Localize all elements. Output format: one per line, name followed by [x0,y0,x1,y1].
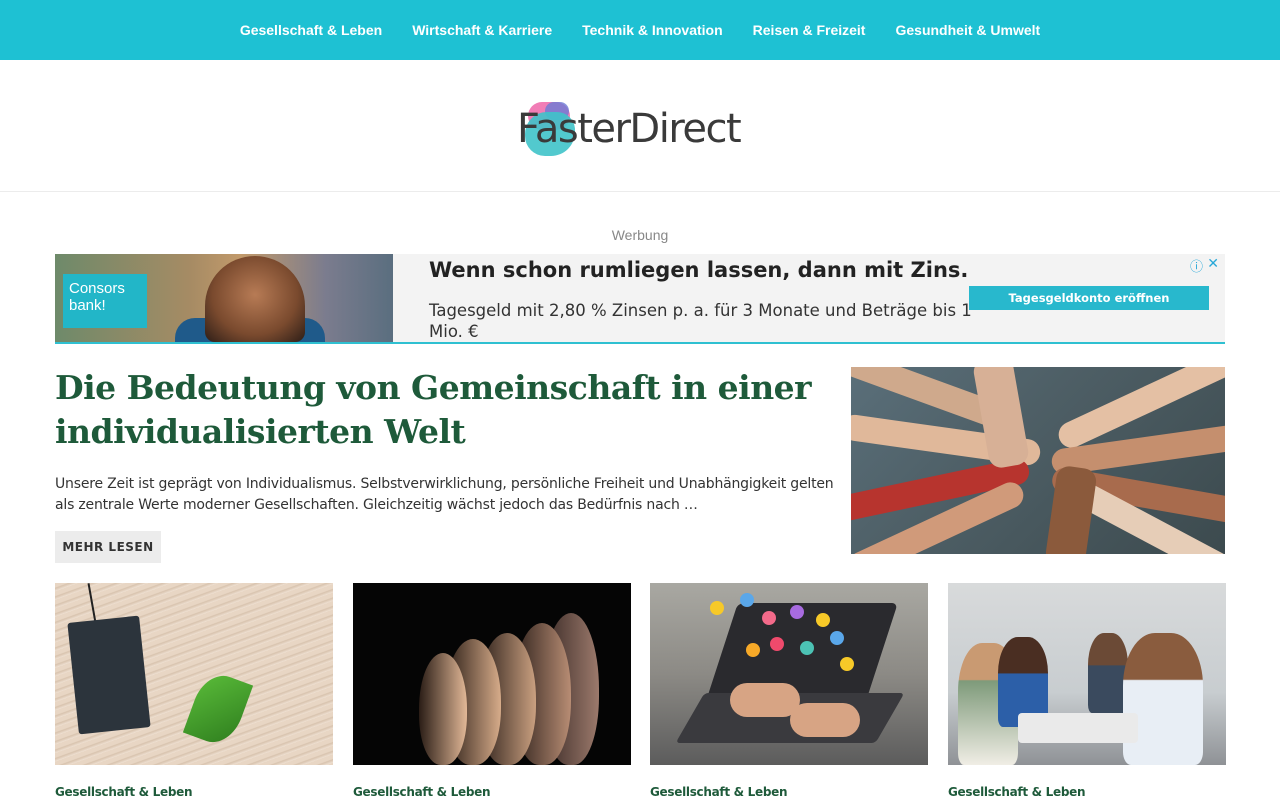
image-hand [730,683,800,717]
nav-item-technik-innovation[interactable]: Technik & Innovation [582,22,723,38]
emoji-icon [762,611,776,625]
top-navigation: Gesellschaft & Leben Wirtschaft & Karrie… [0,0,1280,60]
ad-label: Werbung [611,227,669,243]
article-card-category[interactable]: Gesellschaft & Leben [650,785,788,799]
featured-article-image[interactable] [851,367,1225,554]
article-card-category[interactable]: Gesellschaft & Leben [948,785,1086,799]
featured-article-title[interactable]: Die Bedeutung von Gemeinschaft in einer … [55,366,815,454]
nav-item-reisen-freizeit[interactable]: Reisen & Freizeit [753,22,866,38]
article-card-image[interactable] [948,583,1226,765]
ad-cta-button[interactable]: Tagesgeldkonto eröffnen [969,286,1209,310]
ad-banner[interactable]: Consors bank! Wenn schon rumliegen lasse… [55,254,1225,344]
article-card-image[interactable] [353,583,631,765]
emoji-icon [816,613,830,627]
ad-headline: Wenn schon rumliegen lassen, dann mit Zi… [429,258,969,282]
article-card-category[interactable]: Gesellschaft & Leben [353,785,491,799]
emoji-icon [740,593,754,607]
article-card[interactable]: Gesellschaft & Leben [353,583,631,799]
info-icon[interactable]: ⓘ [1190,256,1203,275]
nav-item-gesundheit-umwelt[interactable]: Gesundheit & Umwelt [895,22,1040,38]
emoji-icon [800,641,814,655]
ad-photo-face [205,256,305,342]
article-card-image[interactable] [650,583,928,765]
emoji-icon [830,631,844,645]
ad-photo: Consors bank! [55,254,393,342]
nav-item-wirtschaft-karriere[interactable]: Wirtschaft & Karriere [412,22,552,38]
image-person [419,653,467,765]
site-logo[interactable]: FasterDirect [515,98,765,162]
emoji-icon [790,605,804,619]
emoji-icon [746,643,760,657]
read-more-button[interactable]: MEHR LESEN [55,531,161,563]
image-desk [1018,713,1138,743]
image-clothing-tag [67,615,151,735]
article-card[interactable]: Gesellschaft & Leben [948,583,1226,799]
logo-text: FasterDirect [517,106,742,152]
featured-article-excerpt: Unsere Zeit ist geprägt von Individualis… [55,476,834,513]
article-card-category[interactable]: Gesellschaft & Leben [55,785,193,799]
emoji-icon [710,601,724,615]
close-icon[interactable]: ✕ [1207,255,1219,272]
ad-brand-logo: Consors bank! [63,274,147,328]
article-card-image[interactable] [55,583,333,765]
ad-subline: Tagesgeld mit 2,80 % Zinsen p. a. für 3 … [429,301,972,341]
article-card[interactable]: Gesellschaft & Leben [55,583,333,799]
image-person [1088,633,1128,713]
emoji-icon [840,657,854,671]
emoji-icon [770,637,784,651]
image-hand [790,703,860,737]
image-person [1123,633,1203,765]
nav-item-gesellschaft-leben[interactable]: Gesellschaft & Leben [240,22,382,38]
article-card[interactable]: Gesellschaft & Leben [650,583,928,799]
site-header: FasterDirect [0,60,1280,192]
